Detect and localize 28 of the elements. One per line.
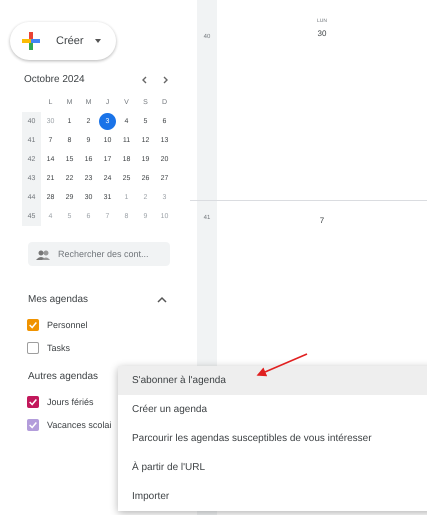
checkbox[interactable]	[27, 318, 39, 330]
checkbox[interactable]	[27, 396, 39, 408]
day-number[interactable]: 7	[320, 216, 324, 225]
calendar-name: Vacances scolai	[47, 420, 112, 430]
chevron-icon[interactable]	[156, 294, 168, 304]
chevron-left-icon[interactable]	[140, 74, 149, 84]
menu-item[interactable]: Importer	[118, 482, 427, 511]
checkmark-icon	[28, 396, 38, 406]
checkbox[interactable]	[27, 418, 39, 430]
chevron-right-icon[interactable]	[161, 74, 170, 84]
checkmark-icon	[28, 320, 38, 330]
calendar-name: Jours fériés	[47, 396, 94, 406]
day-number[interactable]: 30	[318, 29, 326, 38]
month-title: Octobre 2024	[24, 74, 85, 85]
caret-icon	[94, 37, 102, 45]
menu-item[interactable]: Parcourir les agendas susceptibles de vous intéresser	[118, 424, 427, 453]
menu-item[interactable]: Créer un agenda	[118, 395, 427, 424]
create-button[interactable]: Créer	[10, 22, 116, 60]
section-title: Mes agendas	[28, 294, 88, 305]
checkmark-icon	[28, 420, 38, 430]
plus-icon	[20, 30, 42, 52]
menu-item[interactable]: À partir de l'URL	[118, 453, 427, 482]
menu-item[interactable]: S'abonner à l'agenda	[118, 366, 427, 395]
checkbox[interactable]	[27, 342, 39, 354]
calendar-name: Tasks	[47, 342, 70, 352]
calendar-name: Personnel	[47, 320, 88, 330]
contact-search-field[interactable]: Rechercher des cont...	[28, 242, 170, 266]
section-title: Autres agendas	[28, 371, 98, 382]
